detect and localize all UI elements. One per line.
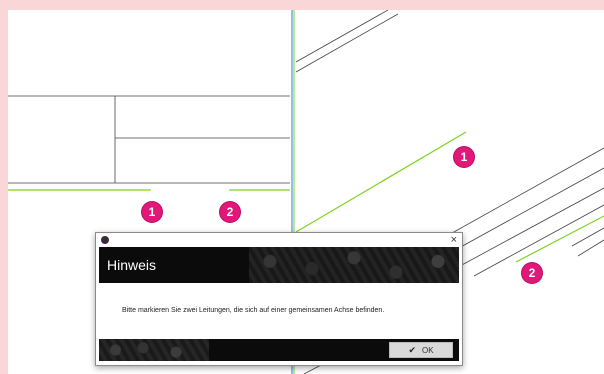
right-pipe-end-b — [577, 239, 604, 257]
right-pipe-top-a — [295, 10, 389, 63]
hex-pattern-footer — [99, 339, 209, 361]
hex-pattern — [249, 247, 459, 283]
app-icon — [101, 236, 109, 244]
dialog-title: Hinweis — [107, 257, 157, 273]
dialog-footer: ✔ OK — [99, 339, 459, 361]
marker-badge-left-2: 2 — [220, 202, 240, 222]
right-green-line-2 — [515, 215, 604, 263]
marker-badge-left-1: 1 — [142, 202, 162, 222]
dialog-titlebar: × — [96, 233, 462, 247]
ok-label: OK — [421, 345, 434, 355]
marker-badge-right-2: 2 — [522, 263, 542, 283]
ok-button[interactable]: ✔ OK — [389, 342, 453, 358]
close-icon[interactable]: × — [451, 233, 457, 247]
dialog-header: Hinweis — [99, 247, 459, 283]
dialog-body: Bitte markieren Sie zwei Leitungen, die … — [99, 283, 459, 339]
dialog-message: Bitte markieren Sie zwei Leitungen, die … — [122, 307, 385, 314]
hint-dialog: × Hinweis Bitte markieren Sie zwei Leitu… — [95, 232, 463, 366]
marker-badge-right-1: 1 — [454, 147, 474, 167]
right-pipe-top-b — [295, 13, 399, 73]
check-icon: ✔ — [408, 344, 416, 355]
right-green-line — [295, 131, 467, 233]
